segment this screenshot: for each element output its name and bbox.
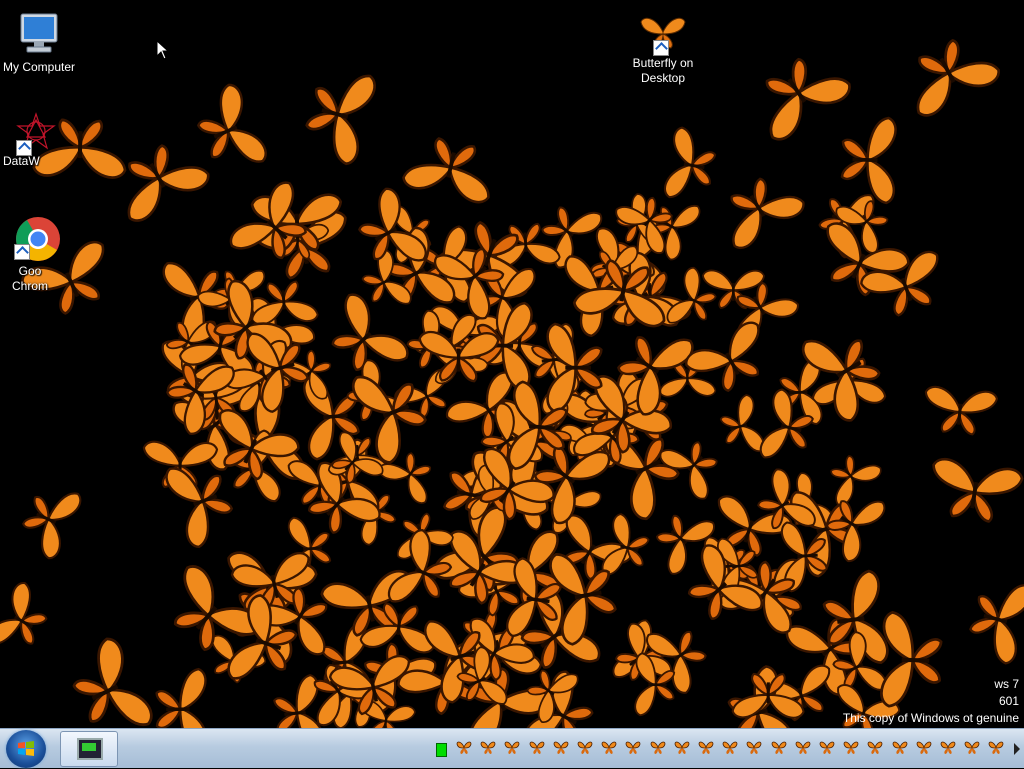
tray-butterfly-icon[interactable] [601, 740, 617, 756]
desktop[interactable]: My Computer DataW Goo Chrom Butterfly on… [0, 0, 1024, 728]
mouse-cursor-icon [156, 40, 170, 60]
tray-butterfly-icon[interactable] [867, 740, 883, 756]
butterfly-graphic [826, 222, 910, 297]
butterfly-graphic [305, 74, 376, 166]
butterfly-graphic [402, 137, 490, 204]
desktop-icon-chrome[interactable]: Goo Chrom [0, 216, 60, 294]
computer-icon [15, 10, 63, 58]
datawave-icon [16, 112, 56, 156]
tray-butterfly-icon[interactable] [456, 740, 472, 756]
desktop-icon-label-line1: Goo [18, 264, 42, 278]
tray-butterfly-icon[interactable] [650, 740, 666, 756]
tray-butterfly-icon[interactable] [819, 740, 835, 756]
tray-butterfly-icon[interactable] [795, 740, 811, 756]
butterfly-graphic [0, 582, 48, 645]
tray-butterfly-icon[interactable] [988, 740, 1004, 756]
butterfly-graphic [880, 610, 943, 708]
tray-butterfly-icon[interactable] [771, 740, 787, 756]
butterfly-graphic [659, 441, 718, 500]
tray-butterfly-icon[interactable] [964, 740, 980, 756]
butterfly-graphic [127, 144, 210, 222]
windows-version-text: ws 7 [994, 677, 1019, 691]
butterfly-graphic [916, 39, 1000, 117]
tray-butterfly-icon[interactable] [674, 740, 690, 756]
desktop-icon-label: DataW [3, 154, 40, 168]
tray-butterfly-icon[interactable] [504, 740, 520, 756]
tray-butterfly-icon[interactable] [577, 740, 593, 756]
butterfly-graphic [924, 385, 999, 436]
butterfly-graphic [830, 455, 882, 506]
desktop-icon-label-line1: Butterfly on [632, 56, 694, 70]
butterfly-graphic [765, 57, 851, 141]
butterfly-graphic [22, 492, 82, 560]
shortcut-arrow-icon [653, 40, 669, 56]
tray-butterfly-icon[interactable] [553, 740, 569, 756]
start-button[interactable] [6, 730, 46, 768]
chrome-icon [14, 216, 62, 261]
butterfly-graphic [730, 177, 805, 249]
desktop-icon-datawave[interactable]: DataW [0, 112, 56, 169]
genuine-warning-text: This copy of Windows ot genuine [842, 711, 1019, 725]
desktop-icon-my-computer[interactable]: My Computer [0, 10, 78, 75]
tray-butterfly-icon[interactable] [722, 740, 738, 756]
tray-butterfly-icon[interactable] [625, 740, 641, 756]
tray-butterfly-icon[interactable] [916, 740, 932, 756]
terminal-window-icon [77, 738, 103, 760]
tray-butterfly-icon[interactable] [529, 740, 545, 756]
butterfly-graphic [197, 83, 267, 163]
desktop-icon-label: My Computer [2, 60, 76, 74]
desktop-icon-butterfly-on-desktop[interactable]: Butterfly on Desktop [624, 14, 702, 86]
butterfly-graphic [664, 126, 717, 199]
butterfly-graphic [719, 394, 765, 453]
show-hidden-icons-chevron-icon[interactable] [1014, 743, 1020, 755]
butterfly-graphic [165, 467, 234, 549]
desktop-icon-label-line2: Desktop [640, 71, 686, 85]
butterfly-graphic [155, 667, 208, 728]
shortcut-arrow-icon [14, 244, 30, 260]
tray-butterfly-icon[interactable] [746, 740, 762, 756]
tray-butterfly-icon[interactable] [843, 740, 859, 756]
shortcut-arrow-icon [16, 140, 32, 156]
taskbar [0, 728, 1024, 768]
windows-logo-icon [18, 741, 34, 756]
desktop-icon-label-line2: Chrom [11, 279, 48, 293]
butterfly-graphic [969, 584, 1024, 665]
notification-area [418, 729, 1024, 769]
tray-butterfly-icon[interactable] [892, 740, 908, 756]
butterfly-graphic [72, 637, 153, 727]
tray-butterfly-icon[interactable] [940, 740, 956, 756]
butterfly-graphic [840, 116, 897, 205]
windows-build-text: 601 [998, 694, 1019, 708]
status-indicator-icon[interactable] [436, 743, 447, 757]
tray-butterfly-icon[interactable] [480, 740, 496, 756]
butterfly-icon [639, 14, 687, 56]
taskbar-program-button[interactable] [60, 731, 118, 767]
tray-butterfly-icon[interactable] [698, 740, 714, 756]
butterfly-swarm [0, 39, 1024, 728]
butterfly-graphic [932, 457, 1024, 523]
